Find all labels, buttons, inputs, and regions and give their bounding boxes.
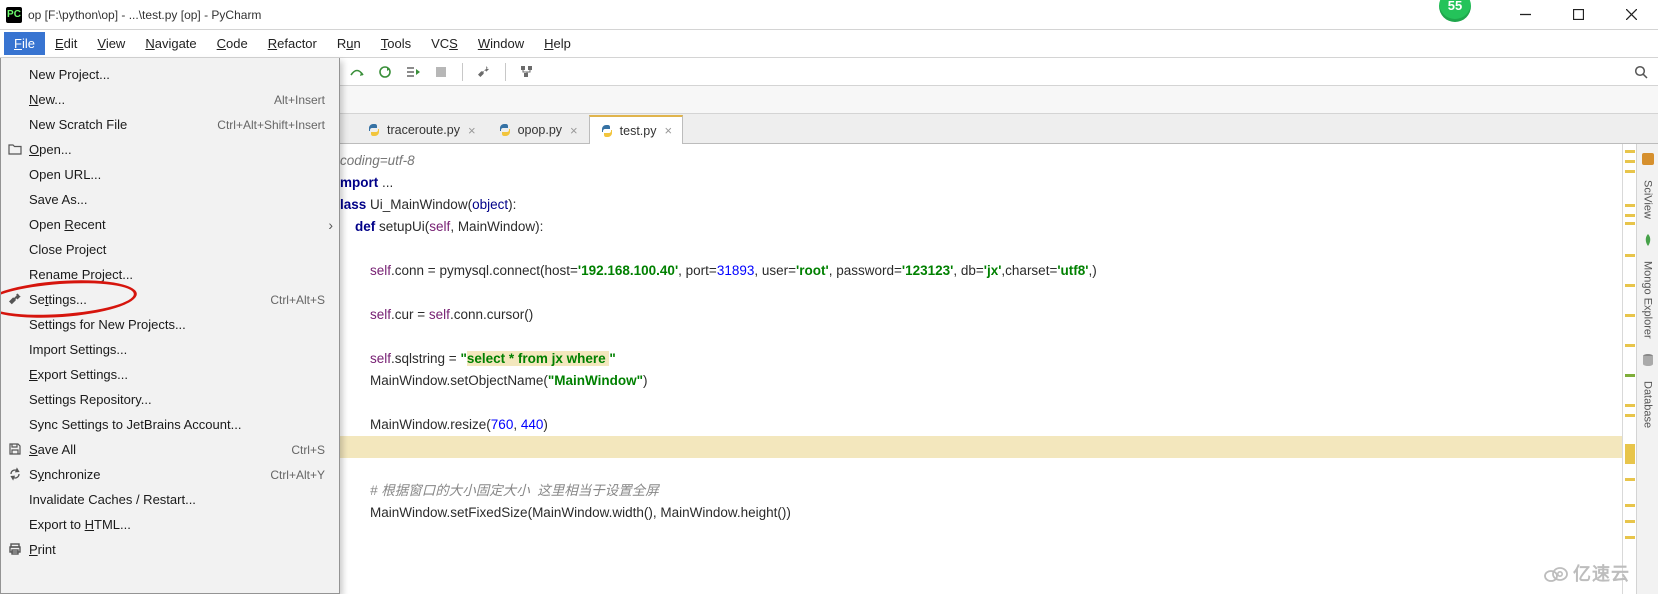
wrench-icon[interactable]: [473, 61, 495, 83]
folder-icon: [7, 141, 23, 157]
file-menu-settings[interactable]: Settings...Ctrl+Alt+S: [1, 287, 339, 312]
toolbar-separator: [505, 63, 506, 81]
file-menu-rename-project[interactable]: Rename Project...: [1, 262, 339, 287]
editor-tab-traceroute-py[interactable]: traceroute.py ×: [356, 115, 487, 144]
database-icon: [1641, 353, 1655, 367]
rerun-icon[interactable]: [374, 61, 396, 83]
code-editor[interactable]: coding=utf-8 mport ... lass Ui_MainWindo…: [340, 144, 1622, 594]
file-menu-new-project[interactable]: New Project...: [1, 62, 339, 87]
menu-navigate[interactable]: Navigate: [135, 32, 206, 55]
file-menu-new-scratch-file[interactable]: New Scratch FileCtrl+Alt+Shift+Insert: [1, 112, 339, 137]
menu-window[interactable]: Window: [468, 32, 534, 55]
code-content: coding=utf-8 mport ... lass Ui_MainWindo…: [340, 144, 1622, 530]
tab-label: opop.py: [518, 123, 562, 137]
run-to-cursor-icon[interactable]: [402, 61, 424, 83]
file-menu-synchronize[interactable]: SynchronizeCtrl+Alt+Y: [1, 462, 339, 487]
sync-icon: [7, 466, 23, 482]
close-icon[interactable]: ×: [570, 123, 578, 138]
file-menu-settings-for-new-projects[interactable]: Settings for New Projects...: [1, 312, 339, 337]
editor-tab-test-py[interactable]: test.py ×: [589, 115, 683, 144]
file-menu-export-settings[interactable]: Export Settings...: [1, 362, 339, 387]
step-over-run-icon[interactable]: [346, 61, 368, 83]
maximize-button[interactable]: [1556, 0, 1601, 30]
mongo-icon: [1641, 233, 1655, 247]
file-menu-save-as[interactable]: Save As...: [1, 187, 339, 212]
menu-file[interactable]: File: [4, 32, 45, 55]
file-menu-sync-settings-to-jetbrains-account[interactable]: Sync Settings to JetBrains Account...: [1, 412, 339, 437]
file-menu-open-recent[interactable]: Open Recent: [1, 212, 339, 237]
window-title: op [F:\python\op] - ...\test.py [op] - P…: [28, 8, 261, 22]
menu-bar: FileEditViewNavigateCodeRefactorRunTools…: [0, 30, 1658, 58]
stop-icon[interactable]: [430, 61, 452, 83]
print-icon: [7, 541, 23, 557]
close-button[interactable]: [1609, 0, 1654, 30]
close-icon[interactable]: ×: [468, 123, 476, 138]
main-area: traceroute.py × opop.py × test.py × coding=ut…: [340, 58, 1658, 594]
file-menu-open-url[interactable]: Open URL...: [1, 162, 339, 187]
sciview-icon: [1641, 152, 1655, 166]
file-menu-import-settings[interactable]: Import Settings...: [1, 337, 339, 362]
menu-tools[interactable]: Tools: [371, 32, 421, 55]
file-menu-invalidate-caches-restart[interactable]: Invalidate Caches / Restart...: [1, 487, 339, 512]
status-badge[interactable]: 55: [1439, 0, 1471, 22]
menu-vcs[interactable]: VCS: [421, 32, 468, 55]
file-menu-settings-repository[interactable]: Settings Repository...: [1, 387, 339, 412]
menu-help[interactable]: Help: [534, 32, 581, 55]
wrench-icon: [7, 291, 23, 307]
file-menu-new[interactable]: New...Alt+Insert: [1, 87, 339, 112]
python-file-icon: [367, 123, 381, 137]
tab-database[interactable]: Database: [1642, 377, 1654, 432]
menu-refactor[interactable]: Refactor: [258, 32, 327, 55]
watermark: 亿速云: [1543, 560, 1630, 586]
python-file-icon: [498, 123, 512, 137]
tab-mongo[interactable]: Mongo Explorer: [1642, 257, 1654, 343]
toolbar-separator: [462, 63, 463, 81]
editor-tab-opop-py[interactable]: opop.py ×: [487, 115, 589, 144]
menu-code[interactable]: Code: [207, 32, 258, 55]
right-tool-tabs: SciView Mongo Explorer Database: [1636, 144, 1658, 594]
python-file-icon: [600, 124, 614, 138]
file-menu-save-all[interactable]: Save AllCtrl+S: [1, 437, 339, 462]
menu-run[interactable]: Run: [327, 32, 371, 55]
editor-marker-stripe[interactable]: [1622, 144, 1636, 594]
menu-edit[interactable]: Edit: [45, 32, 87, 55]
minimize-button[interactable]: [1503, 0, 1548, 30]
app-icon: PC: [6, 7, 22, 23]
navigation-bar: [340, 86, 1658, 114]
tab-sciview[interactable]: SciView: [1642, 176, 1654, 223]
file-menu-print[interactable]: Print: [1, 537, 339, 562]
search-icon[interactable]: [1630, 61, 1652, 83]
save-icon: [7, 441, 23, 457]
menu-view[interactable]: View: [87, 32, 135, 55]
tab-label: traceroute.py: [387, 123, 460, 137]
structure-icon[interactable]: [516, 61, 538, 83]
file-menu-open[interactable]: Open...: [1, 137, 339, 162]
title-bar: PC op [F:\python\op] - ...\test.py [op] …: [0, 0, 1658, 30]
close-icon[interactable]: ×: [664, 123, 672, 138]
file-menu-close-project[interactable]: Close Project: [1, 237, 339, 262]
file-menu-export-to-html[interactable]: Export to HTML...: [1, 512, 339, 537]
tab-label: test.py: [620, 124, 657, 138]
toolbar: [340, 58, 1658, 86]
editor-tabs: traceroute.py × opop.py × test.py ×: [340, 114, 1658, 144]
file-menu-dropdown: New Project...New...Alt+InsertNew Scratc…: [0, 58, 340, 594]
